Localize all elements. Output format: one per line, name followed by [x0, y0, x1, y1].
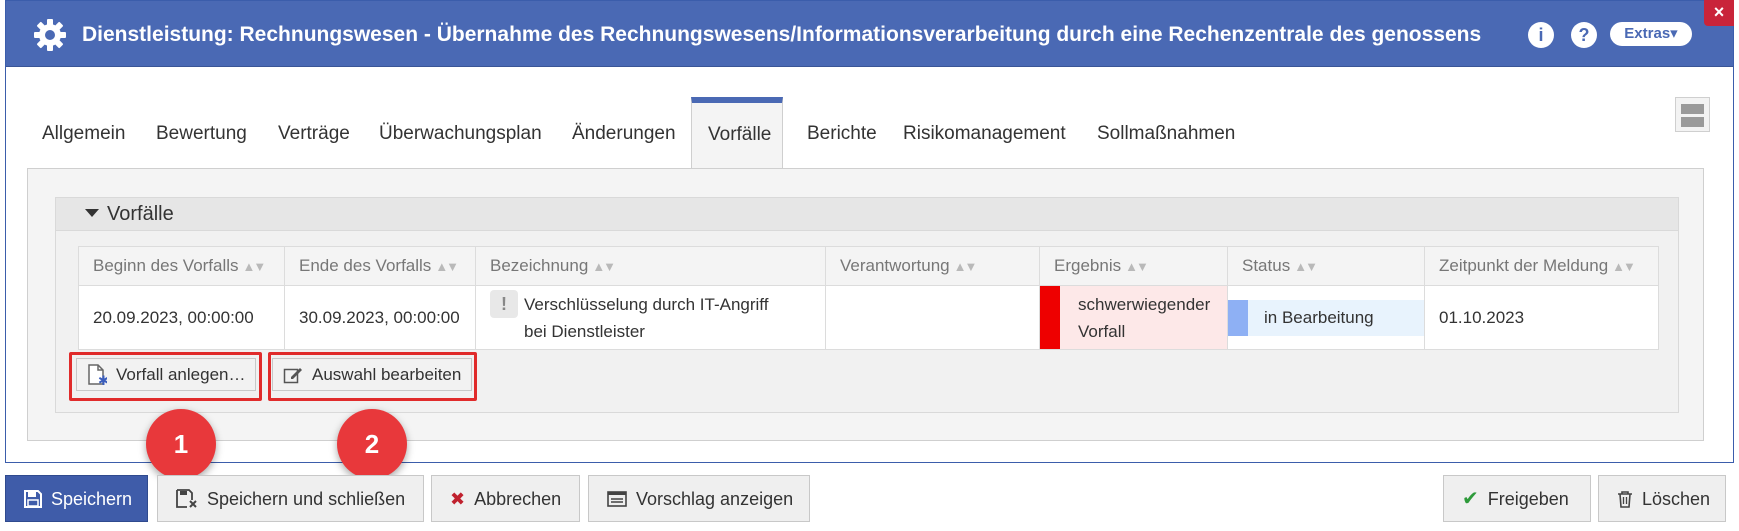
sort-icon[interactable]: ▲▼ — [243, 259, 267, 274]
cancel-button[interactable]: ✖ Abbrechen — [431, 475, 580, 522]
column-label: Ergebnis — [1054, 256, 1122, 275]
status-badge: in Bearbeitung — [1228, 299, 1424, 336]
trash-icon — [1617, 490, 1633, 508]
tab-ueberwachungsplan[interactable]: Überwachungsplan — [363, 97, 558, 169]
incidents-table: Beginn des Vorfalls ▲▼ Ende des Vorfalls ▲… — [78, 246, 1659, 350]
status-text: in Bearbeitung — [1264, 307, 1374, 327]
ergebnis-line: Vorfall — [1078, 321, 1126, 341]
floppy-close-icon — [176, 488, 198, 509]
cancel-label: Abbrechen — [474, 488, 562, 509]
bezeichnung-line: bei Dienstleister — [524, 321, 645, 341]
gear-icon — [34, 19, 66, 51]
tab-sollmassnahmen[interactable]: Sollmaßnahmen — [1081, 97, 1251, 169]
checkmark-icon: ✔ — [1462, 487, 1479, 510]
sort-icon[interactable]: ▲▼ — [954, 259, 978, 274]
table-row[interactable]: 20.09.2023, 00:00:00 30.09.2023, 00:00:0… — [78, 285, 1659, 350]
annotation-badge-1: 1 — [146, 409, 216, 479]
info-icon[interactable]: i — [1528, 22, 1554, 48]
tab-risikomanagement[interactable]: Risikomanagement — [887, 97, 1082, 169]
delete-button[interactable]: Löschen — [1598, 475, 1726, 522]
tab-bewertung[interactable]: Bewertung — [140, 97, 263, 169]
column-header[interactable]: Ende des Vorfalls ▲▼ — [284, 246, 476, 286]
tab-allgemein[interactable]: Allgemein — [26, 97, 141, 169]
cell-ergebnis: schwerwiegender Vorfall — [1039, 285, 1228, 350]
status-color-bar — [1228, 299, 1248, 336]
column-header[interactable]: Beginn des Vorfalls ▲▼ — [78, 246, 285, 286]
save-label: Speichern — [51, 488, 133, 509]
collapse-triangle-icon[interactable] — [85, 208, 99, 217]
help-icon[interactable]: ? — [1571, 22, 1597, 48]
ergebnis-line: schwerwiegender — [1078, 294, 1211, 314]
delete-label: Löschen — [1642, 488, 1711, 509]
table-header-row: Beginn des Vorfalls ▲▼ Ende des Vorfalls ▲… — [78, 246, 1659, 286]
save-and-close-button[interactable]: Speichern und schließen — [157, 475, 424, 522]
close-icon[interactable]: × — [1704, 0, 1734, 26]
title-bar: Dienstleistung: Rechnungswesen - Übernah… — [6, 1, 1733, 67]
save-and-close-label: Speichern und schließen — [207, 488, 406, 509]
bezeichnung-text: Verschlüsselung durch IT-Angriff bei Dien… — [524, 291, 768, 345]
tab-vorfaelle[interactable]: Vorfälle — [691, 97, 783, 171]
sort-icon[interactable]: ▲▼ — [435, 259, 459, 274]
sort-icon[interactable]: ▲▼ — [1612, 259, 1636, 274]
extras-menu-button[interactable]: Extras▾ — [1610, 22, 1692, 46]
cell-beginn: 20.09.2023, 00:00:00 — [78, 285, 285, 350]
bezeichnung-line: Verschlüsselung durch IT-Angriff — [524, 294, 769, 314]
layout-toggle-icon[interactable] — [1675, 97, 1710, 132]
cell-bezeichnung: ! Verschlüsselung durch IT-Angriff bei Die… — [475, 285, 826, 350]
tab-berichte[interactable]: Berichte — [791, 97, 893, 169]
warning-icon: ! — [490, 289, 518, 318]
annotation-badge-2: 2 — [337, 409, 407, 479]
highlight-edit-button — [268, 352, 477, 401]
column-label: Zeitpunkt der Meldung — [1439, 256, 1609, 275]
sort-icon[interactable]: ▲▼ — [1125, 259, 1149, 274]
section-header[interactable]: Vorfälle — [56, 198, 1678, 231]
sort-icon[interactable]: ▲▼ — [1294, 259, 1318, 274]
dialog-title: Dienstleistung: Rechnungswesen - Übernah… — [82, 23, 1482, 46]
sort-icon[interactable]: ▲▼ — [592, 259, 616, 274]
column-header[interactable]: Verantwortung ▲▼ — [825, 246, 1040, 286]
floppy-disk-icon — [24, 489, 42, 508]
column-header[interactable]: Ergebnis ▲▼ — [1039, 246, 1228, 286]
save-button[interactable]: Speichern — [5, 475, 148, 522]
section-title: Vorfälle — [107, 203, 174, 225]
release-button[interactable]: ✔ Freigeben — [1443, 475, 1591, 522]
cell-ende: 30.09.2023, 00:00:00 — [284, 285, 476, 350]
close-icon: ✖ — [450, 488, 466, 509]
show-suggestion-button[interactable]: Vorschlag anzeigen — [588, 475, 810, 522]
tab-aenderungen[interactable]: Änderungen — [556, 97, 692, 169]
column-label: Status — [1242, 256, 1291, 275]
show-suggestion-label: Vorschlag anzeigen — [636, 488, 794, 509]
column-label: Bezeichnung — [490, 256, 589, 275]
column-header[interactable]: Status ▲▼ — [1227, 246, 1425, 286]
column-label: Ende des Vorfalls — [299, 256, 432, 275]
highlight-create-button — [69, 352, 262, 401]
list-icon — [607, 490, 627, 507]
ergebnis-color-bar — [1040, 286, 1060, 349]
cell-verantwortung — [825, 285, 1040, 350]
release-label: Freigeben — [1487, 488, 1569, 509]
column-label: Verantwortung — [840, 256, 950, 275]
cell-status: in Bearbeitung — [1227, 285, 1425, 350]
column-label: Beginn des Vorfalls — [93, 256, 239, 275]
column-header[interactable]: Bezeichnung ▲▼ — [475, 246, 826, 286]
tab-bar: Allgemein Bewertung Verträge Überwachung… — [6, 97, 1606, 171]
column-header[interactable]: Zeitpunkt der Meldung ▲▼ — [1424, 246, 1659, 286]
cell-meldung: 01.10.2023 — [1424, 285, 1659, 350]
tab-vertraege[interactable]: Verträge — [262, 97, 366, 169]
